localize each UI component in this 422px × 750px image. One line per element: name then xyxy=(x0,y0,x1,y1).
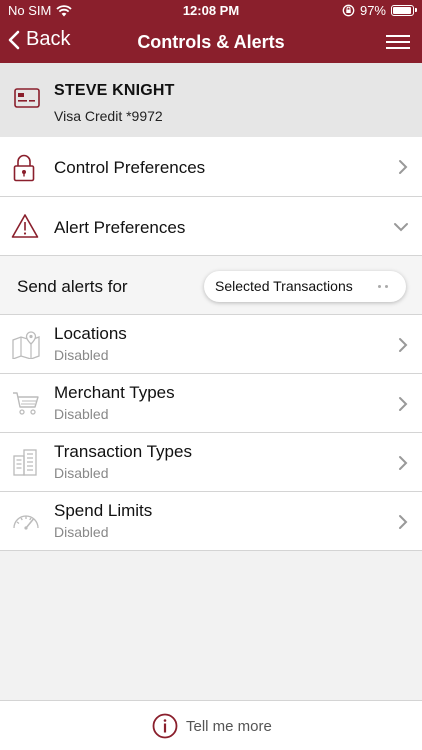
chevron-right-icon xyxy=(399,397,408,411)
tell-me-more-label: Tell me more xyxy=(186,717,272,735)
send-alerts-label: Send alerts for xyxy=(17,277,128,296)
chevron-right-icon xyxy=(399,456,408,470)
card-description: Visa Credit *9972 xyxy=(54,108,163,124)
card-holder-name: STEVE KNIGHT xyxy=(54,82,175,99)
nav-bar: Back Controls & Alerts xyxy=(0,22,422,63)
alert-preferences-row[interactable]: Alert Preferences xyxy=(0,197,422,256)
map-icon xyxy=(12,331,40,359)
alert-item-merchant-types[interactable]: Merchant Types Disabled xyxy=(0,374,422,433)
alert-preferences-label: Alert Preferences xyxy=(54,218,186,237)
alert-item-spend-limits[interactable]: Spend Limits Disabled xyxy=(0,492,422,551)
battery-percent: 97% xyxy=(359,3,386,18)
more-dots-icon xyxy=(378,285,388,288)
send-alerts-row: Send alerts for Selected Transactions xyxy=(0,256,422,315)
alert-scope-value: Selected Transactions xyxy=(215,278,353,294)
chevron-right-icon xyxy=(399,515,408,529)
orientation-lock-icon xyxy=(342,4,355,17)
credit-card-icon xyxy=(14,88,40,108)
item-status: Disabled xyxy=(54,406,109,422)
alert-scope-selector[interactable]: Selected Transactions xyxy=(204,271,406,302)
lock-icon xyxy=(13,154,35,182)
control-preferences-label: Control Preferences xyxy=(54,158,206,177)
status-bar: No SIM 12:08 PM 97% xyxy=(0,0,422,22)
status-right: 97% xyxy=(342,3,417,18)
gauge-icon xyxy=(13,515,39,530)
item-label: Locations xyxy=(54,324,127,343)
info-icon xyxy=(152,713,178,739)
tell-me-more-button[interactable]: Tell me more xyxy=(152,713,272,739)
item-label: Spend Limits xyxy=(54,501,153,520)
top-bar: No SIM 12:08 PM 97% Back Controls & Aler… xyxy=(0,0,422,63)
chevron-down-icon xyxy=(394,223,408,232)
warning-icon xyxy=(11,214,39,238)
item-label: Transaction Types xyxy=(54,442,192,461)
control-preferences-row[interactable]: Control Preferences xyxy=(0,137,422,197)
alert-item-locations[interactable]: Locations Disabled xyxy=(0,315,422,374)
card-header: STEVE KNIGHT Visa Credit *9972 xyxy=(0,63,422,137)
page-title: Controls & Alerts xyxy=(137,32,285,52)
hamburger-menu-icon[interactable] xyxy=(386,34,410,50)
battery-icon xyxy=(391,5,417,16)
chevron-right-icon xyxy=(399,160,408,174)
footer-bar: Tell me more xyxy=(0,700,422,750)
chevron-right-icon xyxy=(399,338,408,352)
buildings-icon xyxy=(13,449,37,476)
item-status: Disabled xyxy=(54,524,109,540)
cart-icon xyxy=(13,392,39,415)
item-status: Disabled xyxy=(54,347,109,363)
item-status: Disabled xyxy=(54,465,109,481)
item-label: Merchant Types xyxy=(54,383,175,402)
alert-item-transaction-types[interactable]: Transaction Types Disabled xyxy=(0,433,422,492)
